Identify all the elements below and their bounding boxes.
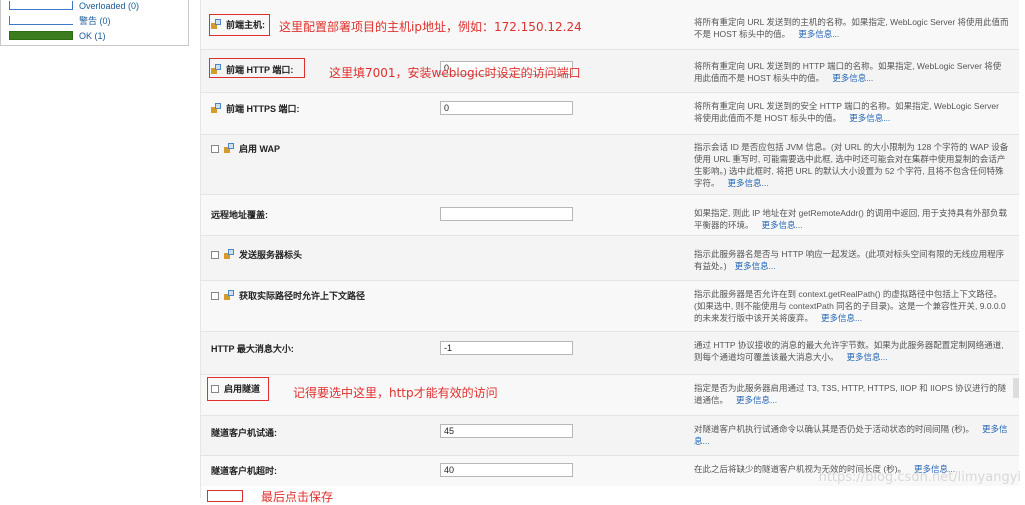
field-description: 如果指定, 则此 IP 地址在对 getRemoteAddr() 的调用中返回,… bbox=[694, 208, 1007, 230]
allow-context-path-checkbox[interactable] bbox=[211, 291, 219, 300]
cluster-icon bbox=[224, 249, 235, 260]
field-label: HTTP 最大消息大小: bbox=[211, 342, 294, 355]
enable-wap-label: 启用 WAP bbox=[239, 144, 281, 154]
health-row-ok: OK (1) bbox=[9, 30, 106, 41]
more-info-link[interactable]: 更多信息... bbox=[847, 352, 888, 362]
row-http-max-message-size: HTTP 最大消息大小: 通过 HTTP 协议接收的消息的最大允许字节数。如果为… bbox=[201, 332, 1019, 375]
enable-wap-checkbox[interactable] bbox=[211, 144, 219, 153]
field-description: 指示此服务器是否允许在到 context.getRealPath() 的虚拟路径… bbox=[694, 289, 1006, 323]
frontend-https-port-label: 前端 HTTPS 端口: bbox=[226, 104, 300, 114]
row-frontend-http-port: 前端 HTTP 端口: 这里填7001，安装weblogic时设定的访问端口 将… bbox=[201, 50, 1019, 93]
health-row-warning: 警告 (0) bbox=[9, 15, 111, 26]
field-description: 指定是否为此服务器启用通过 T3, T3S, HTTP, HTTPS, IIOP… bbox=[694, 383, 1007, 405]
remote-address-input[interactable] bbox=[440, 207, 573, 221]
more-info-link[interactable]: 更多信息... bbox=[735, 261, 776, 271]
more-info-link[interactable]: 更多信息... bbox=[798, 29, 839, 39]
row-remote-address-override: 远程地址覆盖: 如果指定, 则此 IP 地址在对 getRemoteAddr()… bbox=[201, 195, 1019, 236]
field-label: 获取实际路径时允许上下文路径 bbox=[211, 289, 365, 302]
frontend-https-port-input[interactable] bbox=[440, 101, 573, 115]
field-description: 对隧道客户机执行试通命令以确认其是否仍处于活动状态的时间间隔 (秒)。 更多信息.… bbox=[694, 424, 1008, 446]
field-label: 隧道客户机试通: bbox=[211, 426, 277, 439]
max-message-size-label: HTTP 最大消息大小: bbox=[211, 344, 294, 354]
row-allow-context-path: 获取实际路径时允许上下文路径 指示此服务器是否允许在到 context.getR… bbox=[201, 281, 1019, 332]
health-label[interactable]: OK (1) bbox=[79, 31, 106, 41]
more-info-link[interactable]: 更多信息... bbox=[728, 178, 769, 188]
tunneling-ping-input[interactable] bbox=[440, 424, 573, 438]
field-description: 将所有重定向 URL 发送到的主机的名称。如果指定, WebLogic Serv… bbox=[694, 17, 1009, 39]
send-server-header-label: 发送服务器标头 bbox=[239, 250, 303, 260]
row-enable-tunneling: 启用隧道 记得要选中这里，http才能有效的访问 指定是否为此服务器启用通过 T… bbox=[201, 375, 1019, 416]
tunneling-timeout-input[interactable] bbox=[440, 463, 573, 477]
row-send-server-header: 发送服务器标头 指示此服务器名是否与 HTTP 响应一起发送。(此项对标头空间有… bbox=[201, 236, 1019, 281]
annotation-text: 记得要选中这里，http才能有效的访问 bbox=[293, 386, 498, 400]
health-label[interactable]: 警告 (0) bbox=[79, 14, 111, 27]
highlight-box bbox=[207, 377, 269, 401]
cluster-icon bbox=[224, 290, 235, 301]
tunneling-timeout-label: 隧道客户机超时: bbox=[211, 466, 277, 476]
more-info-link[interactable]: 更多信息... bbox=[832, 73, 873, 83]
server-health-panel: Overloaded (0) 警告 (0) OK (1) bbox=[0, 0, 189, 46]
field-label: 远程地址覆盖: bbox=[211, 208, 268, 221]
field-label: 前端 HTTPS 端口: bbox=[211, 102, 300, 115]
cluster-icon bbox=[224, 143, 235, 154]
max-message-size-input[interactable] bbox=[440, 341, 573, 355]
field-description: 指示会话 ID 是否应包括 JVM 信息。(对 URL 的大小限制为 128 个… bbox=[694, 142, 1009, 188]
row-frontend-host: 前端主机: 这里配置部署项目的主机ip地址，例如：172.150.12.24 将… bbox=[201, 0, 1019, 50]
field-label: 启用 WAP bbox=[211, 142, 280, 155]
scrollbar[interactable] bbox=[1013, 378, 1019, 398]
remote-address-label: 远程地址覆盖: bbox=[211, 210, 268, 220]
annotation-text: 这里配置部署项目的主机ip地址，例如：172.150.12.24 bbox=[279, 20, 582, 34]
field-description: 指示此服务器名是否与 HTTP 响应一起发送。(此项对标头空间有限的无线应用程序… bbox=[694, 249, 1005, 271]
field-label: 发送服务器标头 bbox=[211, 248, 302, 261]
health-bar bbox=[9, 16, 73, 25]
row-tunneling-client-ping: 隧道客户机试通: 对隧道客户机执行试通命令以确认其是否仍处于活动状态的时间间隔 … bbox=[201, 416, 1019, 456]
tunneling-ping-label: 隧道客户机试通: bbox=[211, 428, 277, 438]
row-frontend-https-port: 前端 HTTPS 端口: 将所有重定向 URL 发送到的安全 HTTP 端口的名… bbox=[201, 93, 1019, 135]
send-server-header-checkbox[interactable] bbox=[211, 250, 219, 259]
field-description: 将所有重定向 URL 发送到的 HTTP 端口的名称。如果指定, WebLogi… bbox=[694, 61, 1002, 83]
allow-context-path-label: 获取实际路径时允许上下文路径 bbox=[239, 291, 366, 301]
cluster-icon bbox=[211, 103, 222, 114]
highlight-box bbox=[209, 58, 305, 78]
field-description: 将所有重定向 URL 发送到的安全 HTTP 端口的名称。如果指定, WebLo… bbox=[694, 101, 999, 123]
save-button-highlight bbox=[207, 490, 243, 502]
field-description: 通过 HTTP 协议接收的消息的最大允许字节数。如果为此服务器配置定制网络通道,… bbox=[694, 340, 1004, 362]
save-annotation-text: 最后点击保存 bbox=[261, 490, 334, 504]
annotation-text: 这里填7001，安装weblogic时设定的访问端口 bbox=[329, 66, 581, 80]
highlight-box bbox=[209, 14, 270, 36]
watermark-text: https://blog.csdn.net/limyangyi bbox=[818, 470, 1021, 485]
more-info-link[interactable]: 更多信息... bbox=[736, 395, 777, 405]
health-bar bbox=[9, 1, 73, 10]
health-bar bbox=[9, 31, 73, 40]
more-info-link[interactable]: 更多信息... bbox=[821, 313, 862, 323]
http-settings-form: 前端主机: 这里配置部署项目的主机ip地址，例如：172.150.12.24 将… bbox=[200, 0, 1019, 504]
more-info-link[interactable]: 更多信息... bbox=[762, 220, 803, 230]
row-enable-wap: 启用 WAP 指示会话 ID 是否应包括 JVM 信息。(对 URL 的大小限制… bbox=[201, 135, 1019, 195]
health-row-overloaded: Overloaded (0) bbox=[9, 0, 139, 11]
more-info-link[interactable]: 更多信息... bbox=[849, 113, 890, 123]
field-label: 隧道客户机超时: bbox=[211, 464, 277, 477]
health-label[interactable]: Overloaded (0) bbox=[79, 1, 139, 11]
